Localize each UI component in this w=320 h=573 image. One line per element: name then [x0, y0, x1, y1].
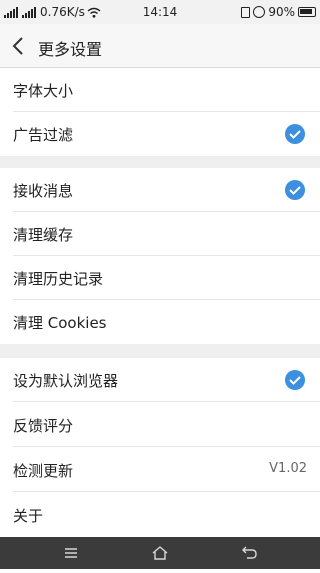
battery-percent: 90% — [268, 5, 295, 19]
setting-label: 字体大小 — [13, 82, 74, 100]
divider — [13, 491, 320, 492]
setting-label: 接收消息 — [13, 182, 74, 200]
alarm-icon — [253, 6, 266, 18]
section-gap — [0, 156, 320, 168]
back-nav-button[interactable] — [229, 537, 269, 569]
setting-clear-cache[interactable]: 清理缓存 — [0, 212, 320, 256]
setting-font-size[interactable]: 字体大小 — [0, 68, 320, 112]
menu-icon — [65, 548, 77, 558]
setting-label: 检测更新 — [13, 462, 74, 480]
page-title: 更多设置 — [38, 40, 103, 59]
setting-check-update[interactable]: 检测更新 V1.02 — [0, 448, 320, 492]
battery-icon — [298, 7, 316, 17]
setting-label: 反馈评分 — [13, 417, 74, 435]
status-right: 90% — [241, 5, 316, 19]
checkmark-icon[interactable] — [285, 124, 305, 144]
divider — [13, 446, 320, 447]
status-bar: 0.76K/s 14:14 90% — [0, 0, 320, 24]
back-button[interactable] — [8, 32, 32, 60]
section-gap — [0, 344, 320, 358]
version-value: V1.02 — [269, 461, 307, 476]
setting-label: 设为默认浏览器 — [13, 372, 119, 390]
setting-receive-messages[interactable]: 接收消息 — [0, 168, 320, 212]
app-header: 更多设置 — [0, 24, 320, 68]
setting-label: 关于 — [13, 507, 44, 525]
checkmark-icon[interactable] — [285, 370, 305, 390]
checkmark-icon[interactable] — [285, 180, 305, 200]
setting-clear-history[interactable]: 清理历史记录 — [0, 256, 320, 300]
setting-feedback[interactable]: 反馈评分 — [0, 403, 320, 447]
home-icon — [152, 546, 168, 560]
setting-label: 广告过滤 — [13, 126, 74, 144]
system-nav-bar — [0, 537, 320, 569]
setting-default-browser[interactable]: 设为默认浏览器 — [0, 358, 320, 402]
return-icon — [242, 546, 257, 559]
sim-card-icon — [241, 6, 251, 18]
chevron-left-icon — [12, 37, 23, 55]
divider — [13, 401, 320, 402]
setting-label: 清理缓存 — [13, 226, 74, 244]
setting-about[interactable]: 关于 — [0, 493, 320, 537]
home-button[interactable] — [140, 537, 180, 569]
menu-button[interactable] — [51, 537, 91, 569]
setting-label: 清理历史记录 — [13, 270, 104, 288]
setting-label: 清理 Cookies — [13, 314, 107, 332]
setting-clear-cookies[interactable]: 清理 Cookies — [0, 300, 320, 344]
setting-ad-filter[interactable]: 广告过滤 — [0, 112, 320, 156]
